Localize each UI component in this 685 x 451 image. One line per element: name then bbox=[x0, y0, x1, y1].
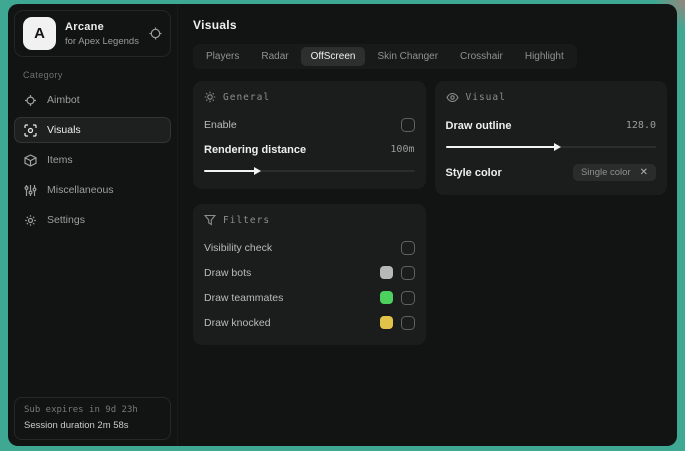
tab-skin-changer[interactable]: Skin Changer bbox=[367, 47, 448, 66]
sub-expires-text: Sub expires in 9d 23h bbox=[24, 405, 138, 415]
draw-bots-row: Draw bots bbox=[204, 262, 415, 283]
style-color-value: Single color bbox=[580, 167, 631, 178]
visuals-tabbar: Players Radar OffScreen Skin Changer Cro… bbox=[193, 44, 577, 69]
app-window: A Arcane for Apex Legends Category Aimbo… bbox=[8, 4, 677, 446]
enable-label: Enable bbox=[204, 118, 237, 131]
style-color-row: Style color Single color ✕ bbox=[445, 162, 656, 183]
main-content: Visuals Players Radar OffScreen Skin Cha… bbox=[178, 4, 677, 446]
clear-icon[interactable]: ✕ bbox=[640, 167, 648, 178]
eye-icon bbox=[445, 91, 459, 104]
visual-panel: Visual Draw outline 128.0 Style color Si… bbox=[434, 81, 667, 195]
panel-title: General bbox=[223, 91, 271, 103]
subscription-info-card: Sub expires in 9d 23h Session duration 2… bbox=[14, 397, 171, 440]
draw-outline-label: Draw outline bbox=[445, 119, 512, 132]
draw-teammates-color-swatch[interactable] bbox=[379, 291, 393, 304]
style-color-select[interactable]: Single color ✕ bbox=[572, 164, 656, 181]
draw-knocked-checkbox[interactable] bbox=[400, 315, 415, 330]
draw-teammates-checkbox[interactable] bbox=[400, 290, 415, 305]
rendering-distance-value: 100m bbox=[390, 144, 415, 155]
draw-bots-label: Draw bots bbox=[204, 266, 252, 279]
sun-icon bbox=[204, 91, 216, 103]
draw-bots-color-swatch[interactable] bbox=[379, 266, 393, 279]
sidebar-item-label: Settings bbox=[47, 214, 85, 226]
sidebar-item-items[interactable]: Items bbox=[14, 147, 171, 173]
sidebar-item-label: Miscellaneous bbox=[47, 184, 114, 196]
sidebar-item-label: Items bbox=[47, 154, 73, 166]
sidebar-item-label: Visuals bbox=[47, 124, 81, 136]
general-panel: General Enable Rendering distance 100m bbox=[193, 81, 426, 189]
enable-checkbox[interactable] bbox=[400, 117, 415, 132]
style-color-label: Style color bbox=[445, 166, 502, 179]
app-name: Arcane bbox=[65, 20, 105, 33]
draw-knocked-row: Draw knocked bbox=[204, 312, 415, 333]
sidebar-item-miscellaneous[interactable]: Miscellaneous bbox=[14, 177, 171, 203]
crosshair-icon bbox=[24, 94, 37, 107]
funnel-icon bbox=[204, 214, 216, 226]
draw-teammates-row: Draw teammates bbox=[204, 287, 415, 308]
sidebar: A Arcane for Apex Legends Category Aimbo… bbox=[8, 4, 178, 446]
page-title: Visuals bbox=[193, 18, 237, 32]
panels-grid: General Enable Rendering distance 100m V… bbox=[193, 81, 667, 345]
brand-card: A Arcane for Apex Legends bbox=[14, 10, 171, 57]
focus-icon bbox=[24, 123, 37, 137]
tab-offscreen[interactable]: OffScreen bbox=[300, 47, 366, 66]
session-duration-text: Session duration 2m 58s bbox=[24, 420, 129, 431]
tab-players[interactable]: Players bbox=[196, 47, 249, 66]
sidebar-item-aimbot[interactable]: Aimbot bbox=[14, 87, 171, 113]
visibility-check-label: Visibility check bbox=[204, 241, 273, 254]
rendering-distance-slider[interactable] bbox=[204, 165, 415, 177]
tab-radar[interactable]: Radar bbox=[251, 47, 298, 66]
draw-knocked-label: Draw knocked bbox=[204, 316, 271, 329]
visibility-check-checkbox[interactable] bbox=[400, 240, 415, 255]
app-logo: A bbox=[23, 17, 56, 50]
category-label: Category bbox=[23, 70, 63, 80]
draw-knocked-color-swatch[interactable] bbox=[379, 316, 393, 329]
panel-title: Visual bbox=[465, 92, 506, 103]
filters-panel: Filters Visibility check Draw bots Draw … bbox=[193, 204, 426, 345]
rendering-distance-row: Rendering distance 100m bbox=[204, 139, 415, 160]
sliders-icon bbox=[24, 184, 37, 197]
sidebar-item-label: Aimbot bbox=[47, 94, 80, 106]
target-icon[interactable] bbox=[149, 27, 162, 40]
panel-title: Filters bbox=[223, 214, 271, 226]
cube-icon bbox=[24, 153, 37, 167]
draw-outline-value: 128.0 bbox=[625, 120, 656, 131]
tab-crosshair[interactable]: Crosshair bbox=[450, 47, 513, 66]
draw-bots-checkbox[interactable] bbox=[400, 265, 415, 280]
sidebar-item-settings[interactable]: Settings bbox=[14, 207, 171, 233]
app-subtitle: for Apex Legends bbox=[65, 35, 139, 47]
enable-row: Enable bbox=[204, 114, 415, 135]
draw-outline-row: Draw outline 128.0 bbox=[446, 115, 657, 136]
draw-teammates-label: Draw teammates bbox=[204, 291, 284, 304]
gear-icon bbox=[24, 214, 37, 227]
sidebar-item-visuals[interactable]: Visuals bbox=[14, 117, 171, 143]
slider-thumb[interactable] bbox=[553, 143, 561, 151]
visibility-check-row: Visibility check bbox=[204, 237, 415, 258]
sidebar-nav: Aimbot Visuals Items Miscellaneous Setti… bbox=[14, 87, 171, 233]
tab-highlight[interactable]: Highlight bbox=[515, 47, 574, 66]
rendering-distance-label: Rendering distance bbox=[204, 143, 307, 156]
slider-thumb[interactable] bbox=[253, 167, 261, 175]
draw-outline-slider[interactable] bbox=[445, 141, 656, 153]
